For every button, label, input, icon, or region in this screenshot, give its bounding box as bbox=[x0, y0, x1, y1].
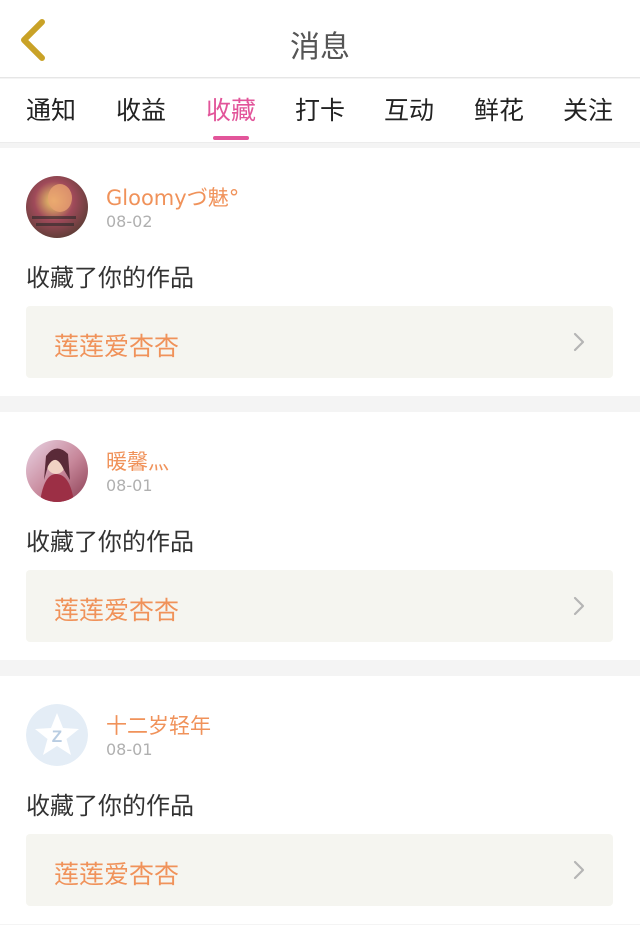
tab-notice[interactable]: 通知 bbox=[11, 91, 91, 127]
tab-label: 互动 bbox=[383, 96, 434, 125]
message-text: 收藏了你的作品 bbox=[26, 528, 194, 556]
page-title: 消息 bbox=[290, 30, 350, 65]
tab-label: 关注 bbox=[562, 96, 613, 125]
active-tab-indicator bbox=[213, 136, 249, 140]
tab-favorites[interactable]: 收藏 bbox=[191, 91, 271, 140]
work-title: 莲莲爱杏杏 bbox=[54, 596, 180, 625]
username[interactable]: 十二岁轻年 bbox=[106, 710, 211, 740]
tab-bar: 通知 收益 收藏 打卡 互动 鲜花 关注 bbox=[0, 79, 640, 143]
work-link[interactable]: 莲莲爱杏杏 bbox=[26, 570, 613, 642]
message-text: 收藏了你的作品 bbox=[26, 792, 194, 820]
message-date: 08-01 bbox=[106, 740, 153, 759]
chevron-right-icon bbox=[573, 332, 585, 352]
tab-label: 收藏 bbox=[205, 96, 256, 125]
message-text: 收藏了你的作品 bbox=[26, 264, 194, 292]
avatar[interactable]: Z bbox=[26, 704, 88, 766]
tab-label: 通知 bbox=[25, 96, 76, 125]
tab-earnings[interactable]: 收益 bbox=[101, 91, 181, 127]
tab-label: 收益 bbox=[115, 96, 166, 125]
message-date: 08-01 bbox=[106, 476, 153, 495]
work-link[interactable]: 莲莲爱杏杏 bbox=[26, 834, 613, 906]
tab-follow[interactable]: 关注 bbox=[548, 91, 628, 127]
message-card: Z 十二岁轻年 08-01 收藏了你的作品 莲莲爱杏杏 bbox=[0, 676, 640, 924]
tab-flowers[interactable]: 鲜花 bbox=[459, 91, 539, 127]
work-title: 莲莲爱杏杏 bbox=[54, 332, 180, 361]
svg-text:Z: Z bbox=[52, 727, 62, 746]
work-title: 莲莲爱杏杏 bbox=[54, 860, 180, 889]
username[interactable]: Gloomyづ魅° bbox=[106, 182, 239, 212]
message-card: 暖馨灬 08-01 收藏了你的作品 莲莲爱杏杏 bbox=[0, 412, 640, 660]
work-link[interactable]: 莲莲爱杏杏 bbox=[26, 306, 613, 378]
message-card: Gloomyづ魅° 08-02 收藏了你的作品 莲莲爱杏杏 bbox=[0, 148, 640, 396]
chevron-right-icon bbox=[573, 860, 585, 880]
avatar[interactable] bbox=[26, 440, 88, 502]
tab-interaction[interactable]: 互动 bbox=[369, 91, 449, 127]
message-date: 08-02 bbox=[106, 212, 153, 231]
tab-label: 打卡 bbox=[294, 96, 345, 125]
tab-checkin[interactable]: 打卡 bbox=[280, 91, 360, 127]
top-bar: 消息 bbox=[0, 0, 640, 78]
chevron-right-icon bbox=[573, 596, 585, 616]
tab-label: 鲜花 bbox=[473, 96, 524, 125]
username[interactable]: 暖馨灬 bbox=[106, 446, 169, 476]
avatar[interactable] bbox=[26, 176, 88, 238]
